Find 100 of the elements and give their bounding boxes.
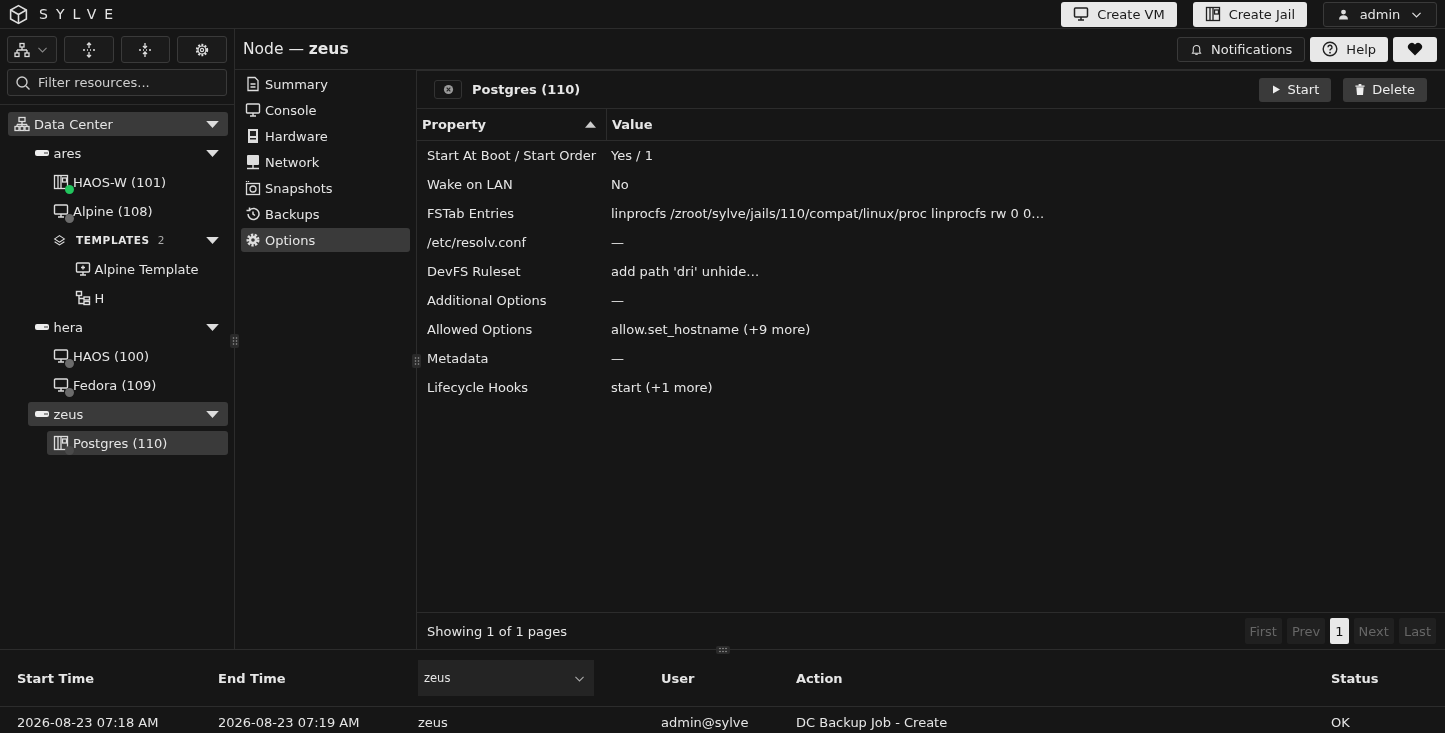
table-cell-text: — xyxy=(610,350,625,368)
panel-title: Postgres (110) xyxy=(472,82,581,97)
drag-handle-icon[interactable] xyxy=(412,354,421,368)
table-cell-text: OK xyxy=(1331,714,1351,730)
column-header[interactable]: Status xyxy=(1331,670,1445,686)
nav-label: Snapshots xyxy=(265,180,333,196)
collapse-button[interactable] xyxy=(120,36,171,63)
tree-item[interactable]: HAOS-W (101) xyxy=(47,170,228,194)
column-header[interactable]: Property xyxy=(417,109,607,140)
column-header[interactable]: Value xyxy=(607,109,1445,140)
table-cell-text: 2026-08-23 07:18 AM xyxy=(17,714,160,730)
nav-label: Console xyxy=(265,102,317,118)
jail-icon xyxy=(1204,6,1221,22)
tree-item[interactable]: zeus xyxy=(27,402,228,426)
document-icon xyxy=(245,76,261,92)
create-button[interactable]: Create VM xyxy=(1061,1,1177,27)
brand-name: SYLVE xyxy=(39,6,122,22)
start-button[interactable]: Start xyxy=(1258,77,1332,102)
close-button[interactable] xyxy=(434,80,462,99)
nav-item[interactable]: Network xyxy=(241,150,410,174)
node-select[interactable]: zeus xyxy=(418,660,594,696)
nav-item[interactable]: Hardware xyxy=(241,124,410,148)
network-icon xyxy=(245,154,261,170)
column-header[interactable]: User xyxy=(661,670,796,686)
sort-up-icon xyxy=(585,121,596,128)
table-cell-text: DC Backup Job - Create xyxy=(796,714,949,730)
tree-item[interactable]: Postgres (110) xyxy=(47,431,228,455)
delete-button[interactable]: Delete xyxy=(1343,77,1427,102)
tree-item-label: Postgres (110) xyxy=(73,435,169,451)
tree-item-label: Alpine (108) xyxy=(73,203,154,219)
table-cell-text: admin@sylve xyxy=(661,714,750,730)
table-cell-text: allow.set_hostname (+9 more) xyxy=(610,321,812,339)
nav-label: Backups xyxy=(265,206,320,222)
trash-icon xyxy=(1355,84,1366,95)
tree-item-label: Fedora (109) xyxy=(73,377,158,393)
create-button[interactable]: Create Jail xyxy=(1192,1,1307,27)
drag-handle-icon[interactable] xyxy=(230,334,239,348)
cube-logo-icon xyxy=(8,3,29,25)
hardware-icon xyxy=(245,128,261,144)
tree-item-label: HAOS (100) xyxy=(73,348,150,364)
table-cell-text: DevFS Ruleset xyxy=(426,263,522,281)
caret-down-icon[interactable] xyxy=(205,235,220,245)
user-icon xyxy=(1336,7,1350,21)
user-menu-button[interactable]: admin xyxy=(1323,1,1437,27)
nav-item[interactable]: Summary xyxy=(241,72,410,96)
play-icon xyxy=(1270,84,1281,95)
heart-icon xyxy=(1407,41,1423,57)
tree-item[interactable]: ares xyxy=(27,141,228,165)
nav-label: Summary xyxy=(265,76,328,92)
notifications-button[interactable]: Notifications xyxy=(1177,36,1306,62)
network-icon xyxy=(14,116,30,132)
tree-item[interactable]: Data Center xyxy=(8,112,228,136)
caret-down-icon[interactable] xyxy=(205,409,220,419)
column-header[interactable]: End Time xyxy=(218,670,418,686)
nav-item[interactable]: Options xyxy=(241,228,410,252)
settings-button[interactable] xyxy=(177,36,227,63)
caret-down-icon[interactable] xyxy=(205,322,220,332)
table-cell-text: add path 'dri' unhide… xyxy=(610,263,761,281)
item-count: 2 xyxy=(157,234,166,246)
tree-item[interactable]: H xyxy=(68,286,228,310)
table-cell-text: Yes / 1 xyxy=(610,147,654,165)
help-button[interactable]: Help xyxy=(1310,36,1388,62)
column-header[interactable]: Start Time xyxy=(17,670,218,686)
tree-item[interactable]: Fedora (109) xyxy=(47,373,228,397)
tree-item[interactable]: HAOS (100) xyxy=(47,344,228,368)
tree-item[interactable]: Alpine (108) xyxy=(47,199,228,223)
tree-item-label: zeus xyxy=(53,406,85,422)
tree-item[interactable]: TEMPLATES 2 xyxy=(47,228,228,252)
heart-button[interactable] xyxy=(1393,36,1437,62)
hierarchy-icon xyxy=(74,290,91,306)
table-cell-text: linprocfs /zroot/sylve/jails/110/compat/linux/proc linprocfs rw 0 0… xyxy=(610,205,1046,223)
caret-down-icon[interactable] xyxy=(205,119,220,129)
drag-handle-icon[interactable] xyxy=(716,646,730,654)
nav-item[interactable]: Backups xyxy=(241,202,410,226)
table-cell-text: Start At Boot / Start Order xyxy=(426,147,598,165)
settings-icon xyxy=(194,41,211,58)
tree-item[interactable]: hera xyxy=(27,315,228,339)
table-cell-text: Additional Options xyxy=(426,292,548,310)
monitor-icon xyxy=(53,377,69,393)
page-button[interactable]: 1 xyxy=(1330,618,1349,644)
tree-item-label: hera xyxy=(53,319,85,335)
column-header[interactable]: Action xyxy=(796,670,1331,686)
nav-item[interactable]: Snapshots xyxy=(241,176,410,200)
nav-label: Hardware xyxy=(265,128,328,144)
tree-item[interactable]: Alpine Template xyxy=(68,257,228,281)
filter-field[interactable]: Filter resources... xyxy=(7,69,227,96)
bell-icon xyxy=(1190,42,1203,56)
table-cell-text: FSTab Entries xyxy=(426,205,515,223)
tree-item-label: TEMPLATES xyxy=(76,234,150,246)
caret-down-icon[interactable] xyxy=(205,148,220,158)
table-cell-text: start (+1 more) xyxy=(610,379,714,397)
expand-button[interactable] xyxy=(63,36,114,63)
monitor-icon xyxy=(245,102,261,118)
table-cell-text: No xyxy=(610,176,630,194)
table-cell-text: Lifecycle Hooks xyxy=(426,379,530,397)
monitor-icon xyxy=(53,348,69,364)
table-cell-text: — xyxy=(610,234,625,252)
nav-item[interactable]: Console xyxy=(241,98,410,122)
nav-label: Network xyxy=(265,154,320,170)
tree-view-button[interactable] xyxy=(7,36,57,63)
